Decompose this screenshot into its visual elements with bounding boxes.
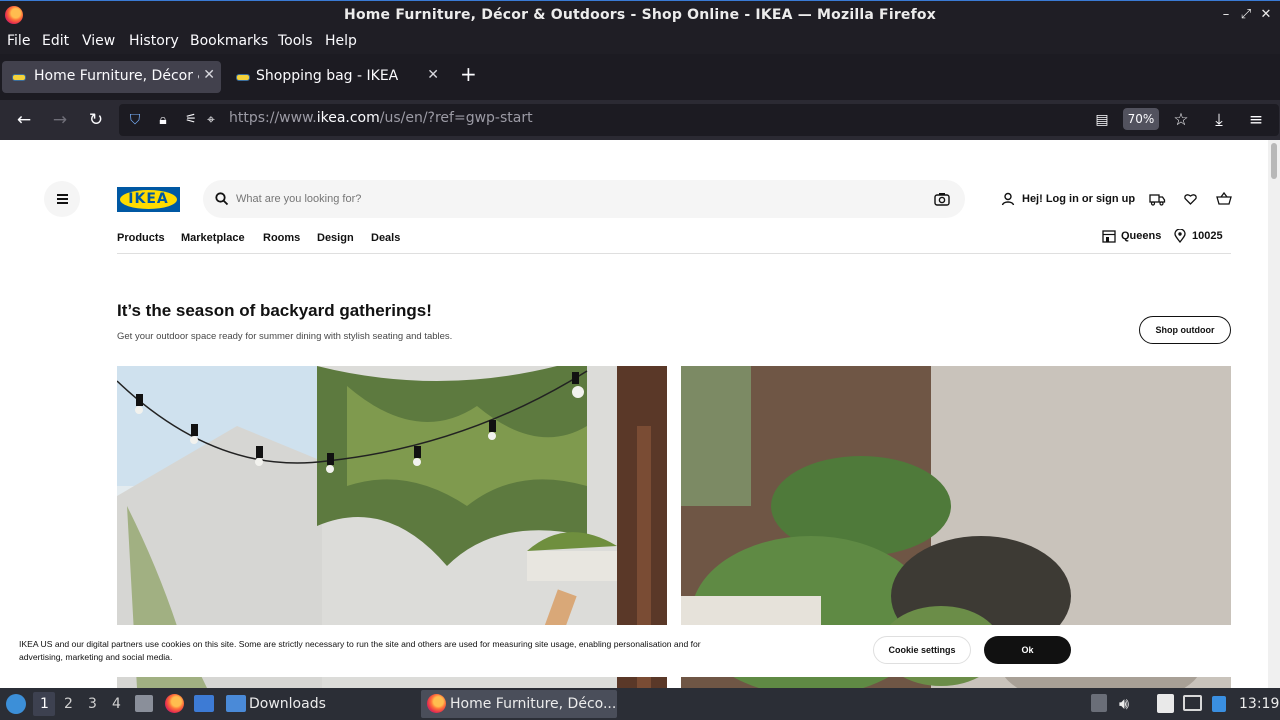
delivery-truck-icon[interactable] [1149,192,1166,206]
folder-icon[interactable] [226,695,246,712]
workspace-1[interactable]: 1 [40,696,49,712]
search-icon [215,192,229,206]
zoom-level-badge[interactable]: 70% [1123,108,1159,130]
cookie-text: IKEA US and our digital partners use coo… [19,639,701,662]
tracking-shield-icon[interactable]: ⛉ [124,109,146,131]
navigation-bar: ← → ↻ ⛉ 🔒︎ ⚟ ⌖ ▤ ☆ ⤓ ≡ [0,100,1280,140]
display-icon[interactable] [1183,695,1202,711]
back-icon[interactable]: ← [13,109,35,131]
url-prefix: https://www. [229,110,317,126]
tab-shopping-bag[interactable]: Shopping bag - IKEA ✕ [226,61,445,93]
user-icon[interactable] [1001,192,1015,206]
cookie-ok-button[interactable]: Ok [984,636,1071,664]
forward-icon[interactable]: → [49,109,71,131]
logo-text: IKEA [128,191,169,207]
scrollbar-thumb[interactable] [1271,143,1277,179]
tab-label: Home Furniture, Décor & Outdoors [34,68,199,84]
taskbar-window-title: Home Furniture, Déco... [450,696,617,712]
bookmark-star-icon[interactable]: ☆ [1170,109,1192,131]
menu-tools[interactable]: Tools [278,33,313,49]
location-icon[interactable]: ⌖ [200,109,222,131]
nav-rooms[interactable]: Rooms [263,232,300,244]
reader-view-icon[interactable]: ▤ [1091,109,1113,131]
url-path: /us/en/?ref=gwp-start [379,110,533,126]
login-link[interactable]: Hej! Log in or sign up [1022,193,1135,205]
downloads-icon[interactable]: ⤓ [1208,109,1230,131]
page-scrollbar[interactable] [1268,140,1280,688]
hamburger-menu-icon[interactable] [44,181,80,217]
menu-history[interactable]: History [129,33,179,49]
promo-subline: Get your outdoor space ready for summer … [117,331,453,342]
promo-headline: It’s the season of backyard gatherings! [117,301,432,320]
zip-code[interactable]: 10025 [1192,230,1223,242]
camera-search-icon[interactable] [934,192,950,206]
menu-file[interactable]: File [7,33,30,49]
workspace-4[interactable]: 4 [112,696,121,712]
desktop-icon[interactable] [194,695,214,712]
permissions-icon[interactable]: ⚟ [180,109,202,131]
menu-view[interactable]: View [82,33,115,49]
store-icon[interactable] [1102,230,1116,243]
file-manager-icon[interactable] [135,695,153,712]
lock-icon[interactable]: 🔒︎ [152,109,174,131]
ikea-logo[interactable]: IKEA [117,187,180,212]
cookie-settings-button[interactable]: Cookie settings [873,636,971,664]
nav-products[interactable]: Products [117,232,165,244]
minimize-icon[interactable]: – [1217,6,1235,24]
menu-bar: File Edit View History Bookmarks Tools H… [0,29,1280,54]
store-name[interactable]: Queens [1121,230,1161,242]
ikea-favicon-icon [12,74,26,81]
shop-outdoor-button[interactable]: Shop outdoor [1139,316,1231,344]
header-divider [117,253,1231,254]
nav-design[interactable]: Design [317,232,354,244]
window-titlebar: Home Furniture, Décor & Outdoors - Shop … [0,0,1280,29]
ikea-favicon-icon [236,74,250,81]
window-title: Home Furniture, Décor & Outdoors - Shop … [344,7,936,23]
close-window-icon[interactable]: ✕ [1257,6,1275,24]
firefox-task-icon [427,694,446,713]
nav-marketplace[interactable]: Marketplace [181,232,245,244]
new-tab-icon[interactable]: + [460,62,477,86]
firefox-launcher-icon[interactable] [165,694,184,713]
notification-icon[interactable] [1212,696,1226,712]
nav-deals[interactable]: Deals [371,232,400,244]
workspace-3[interactable]: 3 [88,696,97,712]
taskbar-clock: 13:19 [1239,696,1280,712]
workspace-2[interactable]: 2 [64,696,73,712]
restore-icon[interactable]: ⤢ [1237,6,1255,24]
favorites-heart-icon[interactable] [1184,193,1197,205]
shopping-bag-icon[interactable] [1216,191,1232,206]
reload-icon[interactable]: ↻ [85,109,107,131]
menu-edit[interactable]: Edit [42,33,69,49]
close-tab-icon[interactable]: ✕ [203,67,215,83]
tab-label: Shopping bag - IKEA [256,68,399,84]
search-input[interactable] [236,191,916,207]
location-pin-icon[interactable] [1174,229,1186,243]
menu-help[interactable]: Help [325,33,357,49]
url-text[interactable]: https://www.ikea.com/us/en/?ref=gwp-star… [229,110,533,126]
downloads-folder-label[interactable]: Downloads [249,696,326,712]
tab-strip: Home Furniture, Décor & Outdoors ✕ Shopp… [0,54,1280,100]
clipboard-icon[interactable] [1157,694,1174,713]
taskbar [0,688,1280,720]
url-host: ikea.com [316,110,380,126]
tray-arrow-icon[interactable] [1091,694,1107,712]
close-tab-icon[interactable]: ✕ [427,67,439,83]
app-menu-icon[interactable]: ≡ [1245,109,1267,131]
start-menu-icon[interactable] [6,694,26,714]
menu-bookmarks[interactable]: Bookmarks [190,33,268,49]
volume-icon[interactable]: 🔊︎ [1119,694,1129,714]
tab-home-furniture[interactable]: Home Furniture, Décor & Outdoors ✕ [2,61,221,93]
